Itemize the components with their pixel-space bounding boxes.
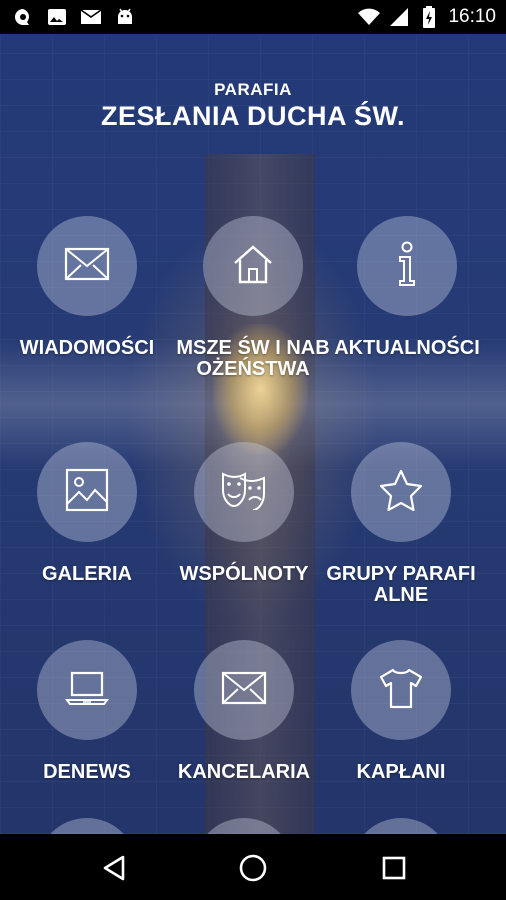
image-notification-icon <box>46 6 68 28</box>
home-icon <box>231 243 275 290</box>
tile-icon-circle <box>37 216 137 316</box>
envelope-icon <box>221 671 267 710</box>
recents-icon[interactable] <box>376 850 412 886</box>
tile-kaplani[interactable]: KAPŁANI <box>317 640 485 783</box>
shirt-icon <box>378 667 424 714</box>
tile-label: KAPŁANI <box>356 761 446 783</box>
tile-label: GALERIA <box>42 563 132 585</box>
tile-label: AKTUALNOŚCI <box>334 337 480 359</box>
tile-label: MSZE ŚW I NABOŻEŃSTWA <box>176 337 330 380</box>
tile-label: WSPÓLNOTY <box>179 563 309 585</box>
tile-grupy-parafialne[interactable]: GRUPY PARAFIALNE <box>317 442 485 606</box>
envelope-icon <box>64 247 110 286</box>
tile-label: DENEWS <box>43 761 131 783</box>
info-icon <box>396 241 418 292</box>
tile-icon-circle <box>194 640 294 740</box>
laptop-icon <box>65 670 109 711</box>
tile-icon-circle <box>357 216 457 316</box>
system-icons: 16:10 <box>358 6 496 28</box>
tile-icon-circle <box>37 442 137 542</box>
header-subtitle: PARAFIA <box>214 80 292 99</box>
tile-denews[interactable]: DENEWS <box>3 640 171 783</box>
mail-notification-icon <box>80 6 102 28</box>
tile-icon-circle <box>351 442 451 542</box>
tile-icon-circle <box>351 640 451 740</box>
android-notification-icon <box>114 6 136 28</box>
tile-icon-circle <box>203 216 303 316</box>
status-bar: 16:10 <box>0 0 506 34</box>
tile-label: GRUPY PARAFIALNE <box>326 563 476 606</box>
tile-wspolnoty[interactable]: WSPÓLNOTY <box>160 442 328 585</box>
tile-kancelaria[interactable]: KANCELARIA <box>160 640 328 783</box>
clock: 16:10 <box>448 6 496 27</box>
image-icon <box>65 468 109 517</box>
tile-galeria[interactable]: GALERIA <box>3 442 171 585</box>
page-title: ZESŁANIA DUCHA ŚW. <box>101 101 405 131</box>
star-icon <box>379 469 423 516</box>
theater-masks-icon <box>220 470 268 515</box>
tile-icon-circle <box>37 640 137 740</box>
notification-icons <box>12 6 136 28</box>
signal-icon <box>388 6 410 28</box>
tile-msze[interactable]: MSZE ŚW I NABOŻEŃSTWA <box>169 216 337 380</box>
tile-aktualnosci[interactable]: AKTUALNOŚCI <box>323 216 491 359</box>
tile-icon-circle <box>194 442 294 542</box>
tile-label: KANCELARIA <box>177 761 311 783</box>
home-icon[interactable] <box>235 850 271 886</box>
battery-icon <box>418 6 440 28</box>
navigation-bar <box>0 834 506 900</box>
tile-label: WIADOMOŚCI <box>19 337 155 359</box>
app-content: PARAFIA ZESŁANIA DUCHA ŚW. WIADOMOŚCI MS… <box>0 34 506 834</box>
wifi-icon <box>358 6 381 28</box>
chat-notification-icon <box>12 6 34 28</box>
back-icon[interactable] <box>96 850 132 886</box>
page-header: PARAFIA ZESŁANIA DUCHA ŚW. <box>0 80 506 132</box>
tile-wiadomosci[interactable]: WIADOMOŚCI <box>3 216 171 359</box>
